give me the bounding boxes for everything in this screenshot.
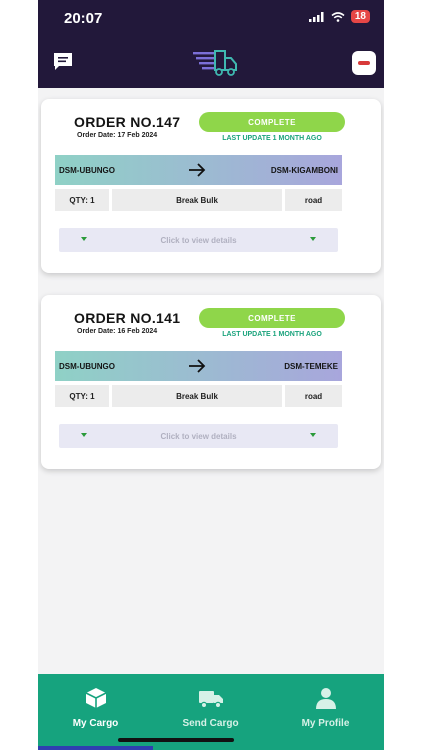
cargo-type-cell: Break Bulk <box>112 385 282 407</box>
order-number: ORDER NO.147 <box>74 114 181 130</box>
last-update-text: LAST UPDATE 1 MONTH AGO <box>222 331 322 338</box>
person-icon <box>315 688 336 709</box>
wifi-icon <box>331 11 345 22</box>
status-badge: COMPLETE <box>199 308 345 328</box>
route-origin: DSM-UBUNGO <box>59 165 115 175</box>
status-time: 20:07 <box>64 10 103 27</box>
brand-mark-icon <box>358 61 370 65</box>
app-logo <box>193 46 239 78</box>
caret-down-icon <box>81 237 87 241</box>
order-info-row: QTY: 1 Break Bulk road <box>55 385 342 407</box>
battery-indicator: 18 <box>350 10 370 23</box>
status-badge: COMPLETE <box>199 112 345 132</box>
status-icons: 18 <box>308 10 370 23</box>
box-icon <box>85 688 106 708</box>
transport-mode-cell: road <box>285 189 342 211</box>
page: 20:07 18 ORDER NO.147 Order Date: 17 Feb… <box>0 0 422 750</box>
route-destination: DSM-TEMEKE <box>284 361 338 371</box>
arrow-right-icon <box>189 163 206 177</box>
caret-down-icon <box>310 433 316 437</box>
route-bar: DSM-UBUNGO DSM-TEMEKE <box>55 351 342 381</box>
quantity-cell: QTY: 1 <box>55 385 109 407</box>
view-details-button[interactable]: Click to view details <box>59 424 338 448</box>
order-date: Order Date: 17 Feb 2024 <box>77 132 158 139</box>
arrow-right-icon <box>189 359 206 373</box>
profile-thumbnail[interactable] <box>352 51 376 75</box>
route-destination: DSM-KIGAMBONI <box>270 165 338 175</box>
last-update-text: LAST UPDATE 1 MONTH AGO <box>222 135 322 142</box>
chat-icon <box>54 53 72 70</box>
nav-send-cargo-label: Send Cargo <box>182 718 239 729</box>
view-details-label: Click to view details <box>160 431 237 441</box>
nav-my-cargo[interactable]: My Cargo <box>38 686 153 729</box>
quantity-cell: QTY: 1 <box>55 189 109 211</box>
caret-down-icon <box>81 433 87 437</box>
chat-button[interactable] <box>52 52 74 72</box>
delivery-truck-logo-icon <box>193 50 237 76</box>
nav-my-profile-label: My Profile <box>301 718 350 729</box>
nav-my-cargo-label: My Cargo <box>72 718 119 729</box>
nav-my-profile[interactable]: My Profile <box>268 686 383 729</box>
header-bar: 20:07 18 <box>38 0 384 88</box>
transport-mode-cell: road <box>285 385 342 407</box>
order-card[interactable]: ORDER NO.141 Order Date: 16 Feb 2024 COM… <box>41 295 381 469</box>
order-date: Order Date: 16 Feb 2024 <box>77 328 158 335</box>
view-details-label: Click to view details <box>160 235 237 245</box>
app-screen: 20:07 18 ORDER NO.147 Order Date: 17 Feb… <box>38 0 384 750</box>
cargo-type-cell: Break Bulk <box>112 189 282 211</box>
truck-icon <box>198 691 223 709</box>
order-card[interactable]: ORDER NO.147 Order Date: 17 Feb 2024 COM… <box>41 99 381 273</box>
order-number: ORDER NO.141 <box>74 310 181 326</box>
view-details-button[interactable]: Click to view details <box>59 228 338 252</box>
caret-down-icon <box>310 237 316 241</box>
nav-send-cargo[interactable]: Send Cargo <box>153 686 268 729</box>
active-tab-indicator <box>38 746 153 750</box>
home-indicator <box>118 738 234 742</box>
route-origin: DSM-UBUNGO <box>59 361 115 371</box>
route-bar: DSM-UBUNGO DSM-KIGAMBONI <box>55 155 342 185</box>
signal-icon <box>308 11 324 22</box>
order-info-row: QTY: 1 Break Bulk road <box>55 189 342 211</box>
